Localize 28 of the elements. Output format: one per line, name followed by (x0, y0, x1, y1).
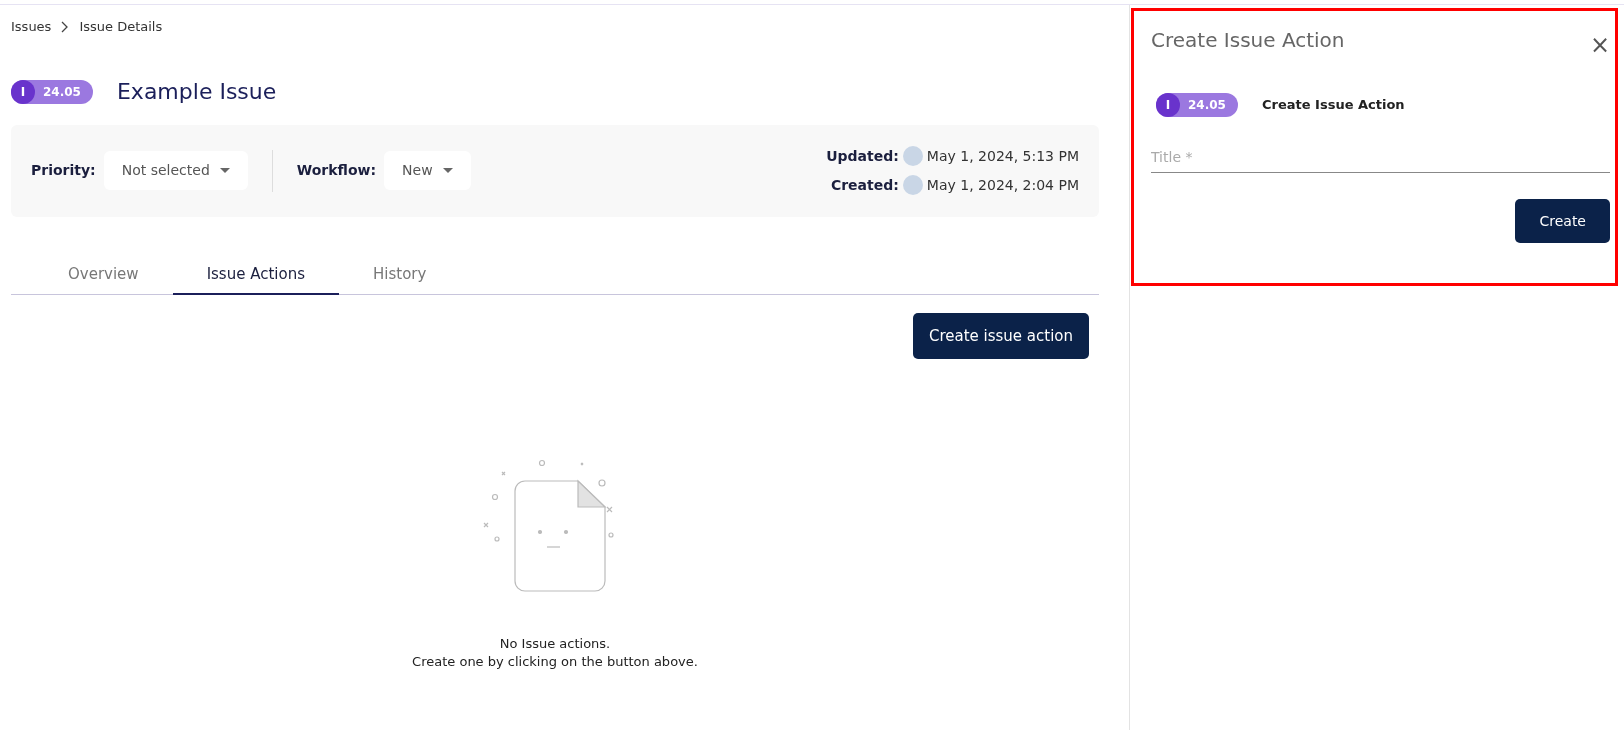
panel-title: Create Issue Action (1151, 27, 1345, 54)
meta-label: Created: (830, 175, 899, 195)
meta-value: May 1, 2024, 5:13 PM (926, 146, 1079, 166)
close-button[interactable]: × (1589, 33, 1610, 57)
tab[interactable]: Issue Actions (172, 254, 339, 296)
dropdown[interactable]: Not selected (103, 151, 248, 191)
tab[interactable]: Overview (34, 254, 173, 296)
field-label: Workflow: (296, 161, 377, 181)
avatar-photo-placeholder (902, 175, 923, 196)
version-badge: I 24.05 (1156, 93, 1238, 117)
meta-label: Updated: (826, 146, 899, 166)
caret-icon (442, 167, 453, 174)
tab[interactable]: History (339, 254, 461, 296)
breadcrumb-link[interactable]: Issues (11, 17, 52, 37)
panel-subtitle: Create Issue Action (1261, 96, 1405, 115)
field-label: Priority: (31, 161, 96, 181)
avatar-photo-placeholder (902, 146, 923, 167)
chevron-right-icon (61, 20, 70, 33)
create-button[interactable]: Create (1515, 199, 1610, 243)
version-badge: I 24.05 (11, 79, 93, 104)
caret-icon (219, 167, 230, 174)
create-issue-action-button[interactable]: Create issue action (912, 313, 1089, 360)
meta-value: May 1, 2024, 2:04 PM (926, 175, 1079, 195)
dropdown[interactable]: New (384, 151, 471, 191)
breadcrumb-current: Issue Details (79, 18, 163, 36)
empty-state-title: No Issue actions. (498, 635, 612, 654)
issue-title: Example Issue (116, 78, 277, 105)
empty-state-hint: Create one by clicking on the button above. (412, 653, 698, 672)
